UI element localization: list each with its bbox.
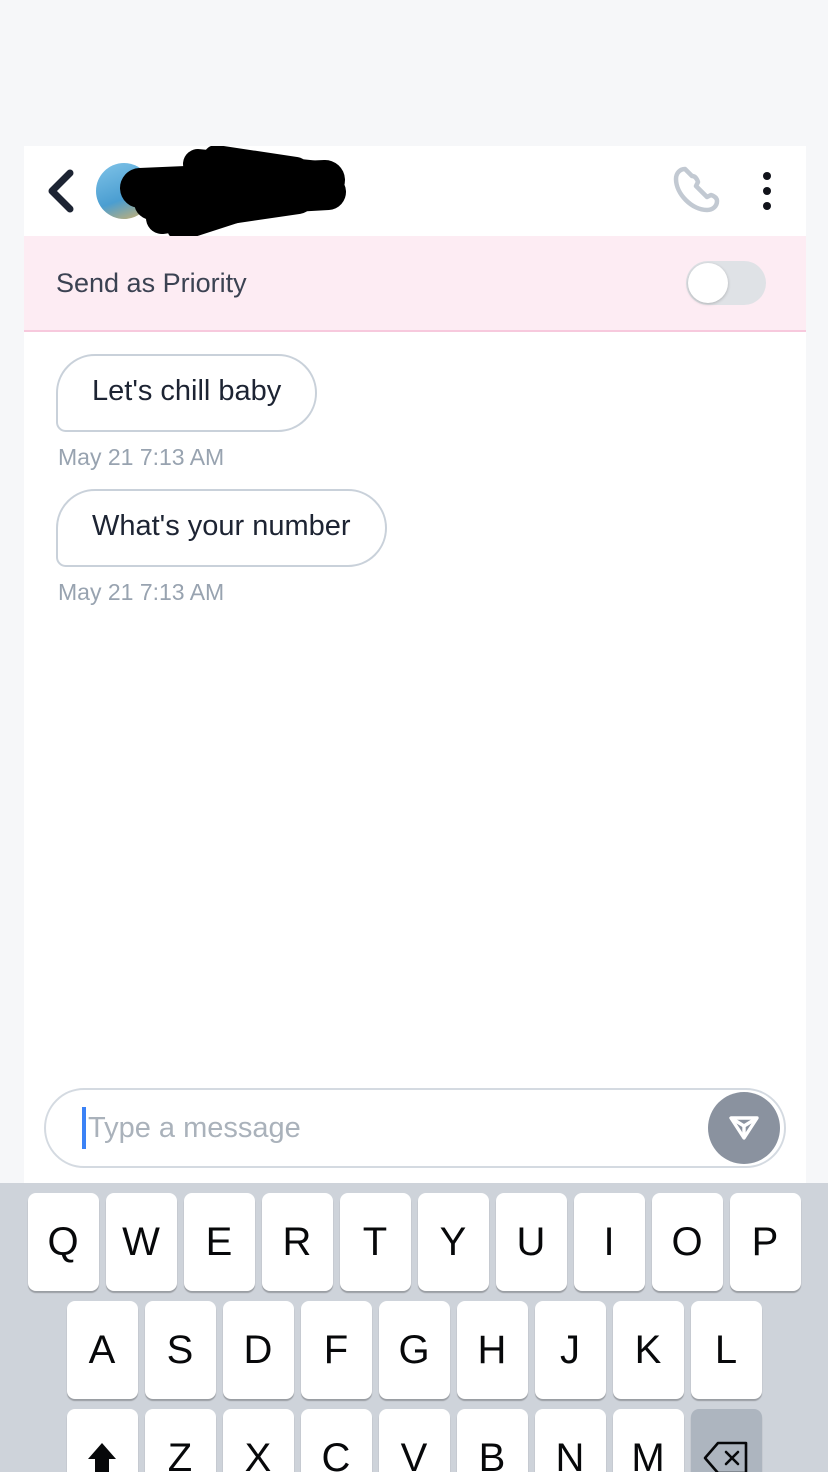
message-composer: Type a message — [24, 1073, 806, 1183]
key-p[interactable]: P — [729, 1193, 801, 1291]
message-input-placeholder: Type a message — [88, 1111, 301, 1144]
key-z[interactable]: Z — [144, 1409, 216, 1472]
key-o[interactable]: O — [651, 1193, 723, 1291]
toggle-knob — [688, 263, 728, 303]
key-e[interactable]: E — [183, 1193, 255, 1291]
message-list: Let's chill baby May 21 7:13 AM What's y… — [24, 332, 806, 1089]
key-l[interactable]: L — [690, 1301, 762, 1399]
contact-info[interactable] — [96, 163, 658, 219]
text-caret — [82, 1107, 86, 1149]
key-r[interactable]: R — [261, 1193, 333, 1291]
back-button[interactable] — [24, 146, 96, 236]
overflow-menu-dot — [763, 187, 771, 195]
key-t[interactable]: T — [339, 1193, 411, 1291]
key-g[interactable]: G — [378, 1301, 450, 1399]
key-h[interactable]: H — [456, 1301, 528, 1399]
key-x[interactable]: X — [222, 1409, 294, 1472]
message-bubble[interactable]: Let's chill baby — [56, 354, 318, 432]
message-bubble[interactable]: What's your number — [56, 488, 387, 567]
shift-arrow-icon — [82, 1438, 122, 1472]
key-b[interactable]: B — [456, 1409, 528, 1472]
keyboard-row-2: A S D F G H J K L — [0, 1301, 828, 1399]
avatar — [96, 163, 152, 219]
key-y[interactable]: Y — [417, 1193, 489, 1291]
send-as-priority-label: Send as Priority — [56, 267, 247, 298]
key-d[interactable]: D — [222, 1301, 294, 1399]
message-input[interactable]: Type a message — [44, 1088, 786, 1168]
phone-call-icon — [669, 161, 725, 222]
key-f[interactable]: F — [300, 1301, 372, 1399]
send-as-priority-toggle[interactable] — [686, 261, 766, 305]
send-as-priority-banner: Send as Priority — [24, 236, 806, 332]
header-actions — [658, 146, 806, 236]
key-k[interactable]: K — [612, 1301, 684, 1399]
phone-screen: Send as Priority Let's chill baby May 21… — [0, 0, 828, 1472]
key-a[interactable]: A — [66, 1301, 138, 1399]
key-m[interactable]: M — [612, 1409, 684, 1472]
on-screen-keyboard: Q W E R T Y U I O P A S D F G H J K L Z … — [0, 1183, 828, 1472]
key-u[interactable]: U — [495, 1193, 567, 1291]
message-timestamp: May 21 7:13 AM — [58, 578, 225, 605]
message-item: What's your number May 21 7:13 AM — [56, 488, 806, 606]
key-s[interactable]: S — [144, 1301, 216, 1399]
call-button[interactable] — [658, 146, 736, 236]
shift-key[interactable] — [66, 1409, 138, 1472]
key-c[interactable]: C — [300, 1409, 372, 1472]
key-w[interactable]: W — [105, 1193, 177, 1291]
message-item: Let's chill baby May 21 7:13 AM — [56, 354, 806, 471]
keyboard-row-1: Q W E R T Y U I O P — [0, 1193, 828, 1291]
backspace-delete-icon — [702, 1439, 750, 1472]
overflow-menu-button[interactable] — [736, 146, 798, 236]
backspace-key[interactable] — [690, 1409, 762, 1472]
chat-header — [24, 146, 806, 241]
send-paper-plane-icon — [722, 1104, 766, 1153]
key-j[interactable]: J — [534, 1301, 606, 1399]
overflow-menu-dot — [763, 202, 771, 210]
chat-conversation-card: Send as Priority Let's chill baby May 21… — [24, 146, 806, 1183]
key-v[interactable]: V — [378, 1409, 450, 1472]
overflow-menu-icon — [763, 172, 771, 180]
key-i[interactable]: I — [573, 1193, 645, 1291]
key-n[interactable]: N — [534, 1409, 606, 1472]
chevron-left-icon — [43, 168, 77, 214]
keyboard-row-3: Z X C V B N M — [0, 1409, 828, 1472]
key-q[interactable]: Q — [27, 1193, 99, 1291]
send-button[interactable] — [708, 1092, 780, 1164]
message-timestamp: May 21 7:13 AM — [58, 443, 225, 470]
